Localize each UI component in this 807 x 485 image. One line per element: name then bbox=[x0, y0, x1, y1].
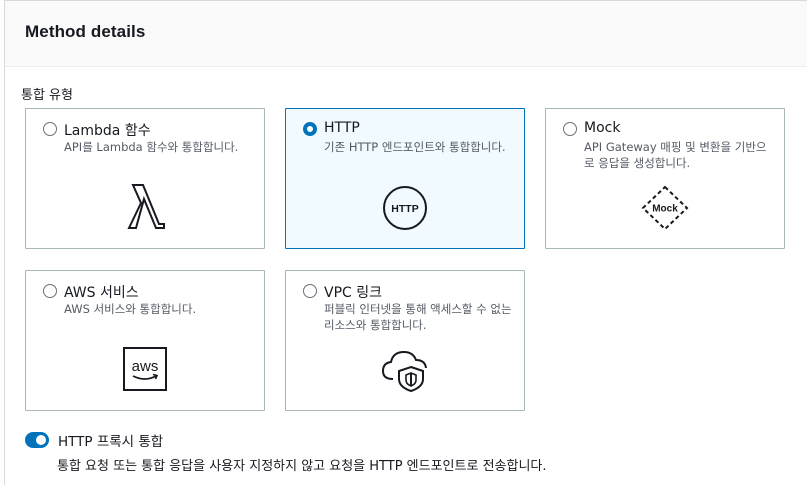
proxy-integration-toggle[interactable] bbox=[25, 432, 49, 448]
integration-tile-http[interactable]: HTTP 기존 HTTP 엔드포인트와 통합합니다. HTTP bbox=[285, 108, 525, 249]
radio-vpc-link[interactable] bbox=[303, 284, 317, 298]
mock-icon-text: Mock bbox=[652, 204, 678, 215]
proxy-integration-row: HTTP 프록시 통합 bbox=[25, 430, 163, 450]
tile-title: Lambda 함수 bbox=[64, 123, 151, 139]
mock-icon: Mock bbox=[641, 185, 689, 231]
proxy-integration-description: 통합 요청 또는 통합 응답을 사용자 지정하지 않고 요청을 HTTP 엔드포… bbox=[57, 459, 547, 474]
tile-description: API를 Lambda 함수와 통합합니다. bbox=[64, 140, 239, 154]
integration-tile-vpc-link[interactable]: VPC 링크 퍼블릭 인터넷을 통해 액세스할 수 없는 리소스와 통합합니다. bbox=[285, 270, 525, 411]
radio-mock[interactable] bbox=[563, 122, 577, 136]
tile-description: 퍼블릭 인터넷을 통해 액세스할 수 없는 리소스와 통합합니다. bbox=[324, 302, 512, 332]
integration-tile-lambda[interactable]: Lambda 함수 API를 Lambda 함수와 통합합니다. bbox=[25, 108, 265, 249]
tile-title: AWS 서비스 bbox=[64, 285, 139, 301]
tile-description: 기존 HTTP 엔드포인트와 통합합니다. bbox=[324, 140, 506, 154]
aws-icon: aws bbox=[123, 347, 167, 391]
integration-tile-aws-service[interactable]: AWS 서비스 AWS 서비스와 통합합니다. aws bbox=[25, 270, 265, 411]
proxy-integration-label: HTTP 프록시 통합 bbox=[58, 434, 164, 450]
aws-icon-text: aws bbox=[132, 358, 159, 375]
radio-lambda[interactable] bbox=[43, 122, 57, 136]
tile-title: HTTP bbox=[324, 120, 360, 136]
radio-http[interactable] bbox=[303, 122, 317, 136]
tile-description: API Gateway 매핑 및 변환을 기반으로 응답을 생성합니다. bbox=[584, 140, 767, 170]
tile-title: Mock bbox=[584, 120, 621, 136]
tile-description: AWS 서비스와 통합합니다. bbox=[64, 302, 197, 316]
radio-aws-service[interactable] bbox=[43, 284, 57, 298]
panel-header: Method details bbox=[5, 1, 807, 67]
tile-title: VPC 링크 bbox=[324, 285, 383, 301]
integration-type-label: 통합 유형 bbox=[21, 88, 73, 103]
lambda-icon bbox=[127, 184, 165, 229]
toggle-knob bbox=[36, 435, 46, 445]
panel-title: Method details bbox=[25, 22, 146, 41]
http-icon-text: HTTP bbox=[391, 203, 418, 215]
integration-tile-mock[interactable]: Mock API Gateway 매핑 및 변환을 기반으로 응답을 생성합니다… bbox=[545, 108, 785, 249]
cloud-shield-icon bbox=[381, 350, 427, 393]
http-icon: HTTP bbox=[383, 186, 427, 230]
